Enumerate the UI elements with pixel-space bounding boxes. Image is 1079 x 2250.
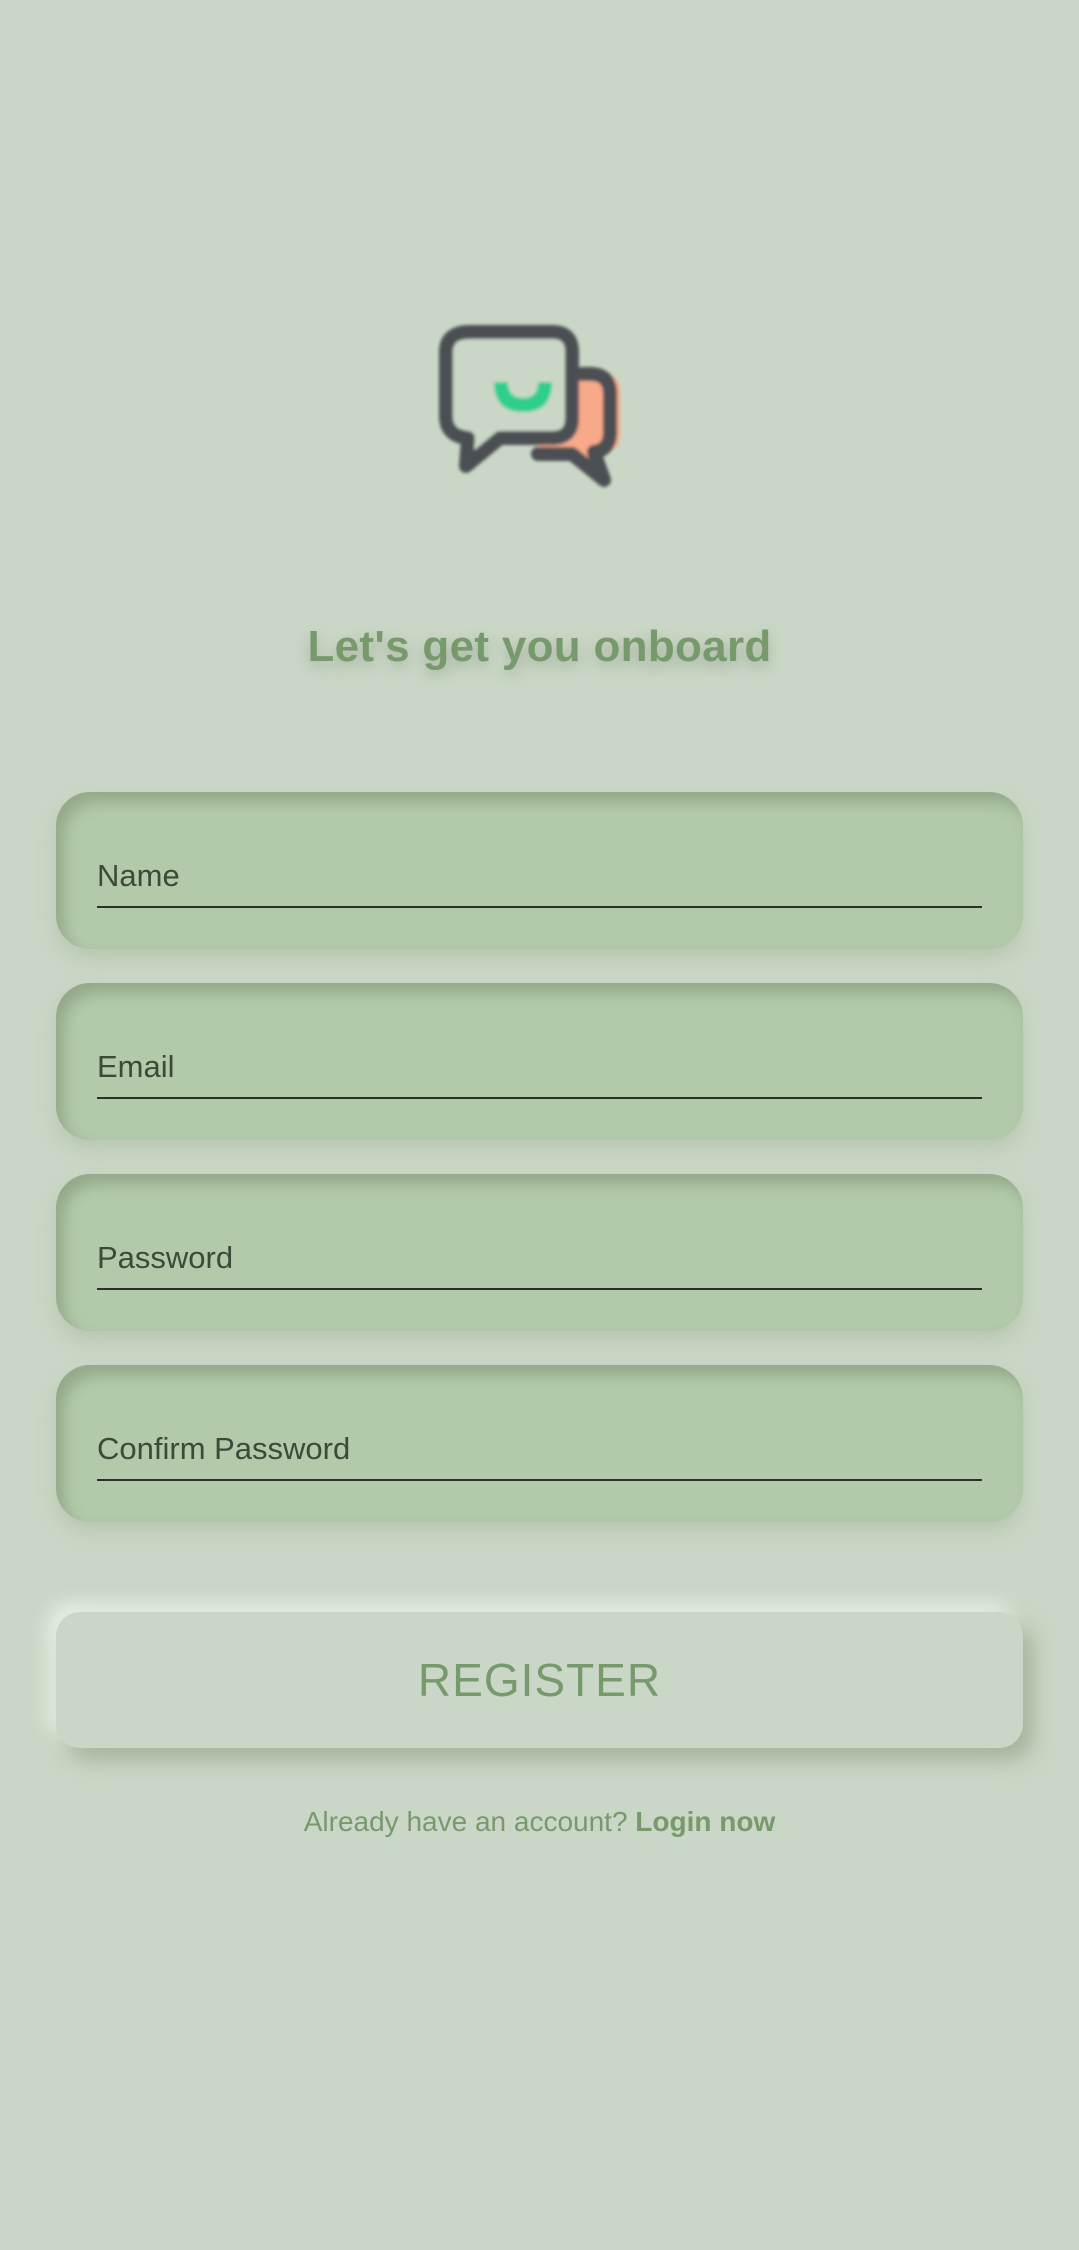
login-now-link[interactable]: Login now <box>635 1806 775 1837</box>
login-prompt-text: Already have an account? <box>303 1806 628 1837</box>
page-title: Let's get you onboard <box>307 622 772 671</box>
chat-bubbles-icon <box>439 325 620 487</box>
email-field-container <box>56 983 1023 1140</box>
confirm-password-field[interactable] <box>97 1419 982 1481</box>
login-prompt: Already have an account? Login now <box>0 1806 1079 1838</box>
register-button[interactable]: REGISTER <box>56 1612 1023 1748</box>
confirm-password-field-container <box>56 1365 1023 1522</box>
name-field[interactable] <box>97 846 982 908</box>
app-logo <box>434 322 644 497</box>
password-field-container <box>56 1174 1023 1331</box>
password-field[interactable] <box>97 1228 982 1290</box>
name-field-container <box>56 792 1023 949</box>
email-field[interactable] <box>97 1037 982 1099</box>
